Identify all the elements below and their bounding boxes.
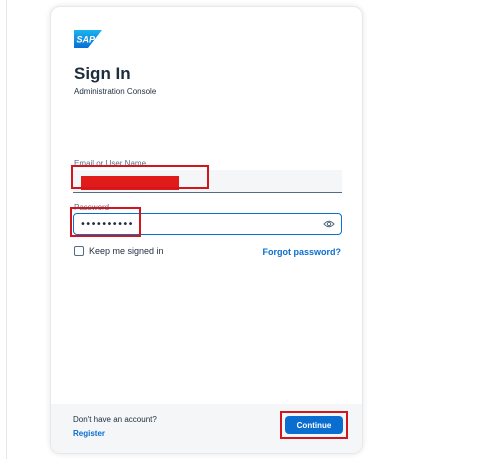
page-title: Sign In: [74, 64, 131, 83]
login-card: SAP Sign In Administration Console Email…: [50, 6, 363, 454]
annotation-box-password: [70, 207, 141, 237]
eye-icon[interactable]: [323, 219, 335, 229]
svg-text:SAP: SAP: [77, 35, 97, 45]
no-account-text: Don't have an account?: [73, 415, 157, 424]
forgot-password-link[interactable]: Forgot password?: [263, 247, 342, 257]
sap-logo: SAP: [74, 30, 102, 48]
card-footer: Don't have an account? Register Continue: [51, 404, 362, 453]
keep-signed-in-label: Keep me signed in: [89, 246, 164, 256]
keep-signed-in[interactable]: Keep me signed in: [74, 246, 164, 256]
page-subtitle: Administration Console: [74, 87, 157, 96]
keep-signed-in-checkbox[interactable]: [74, 246, 84, 256]
annotation-box-username: [71, 165, 209, 189]
page-divider: [6, 0, 7, 459]
register-link[interactable]: Register: [73, 429, 105, 438]
annotation-box-continue: [280, 411, 348, 439]
